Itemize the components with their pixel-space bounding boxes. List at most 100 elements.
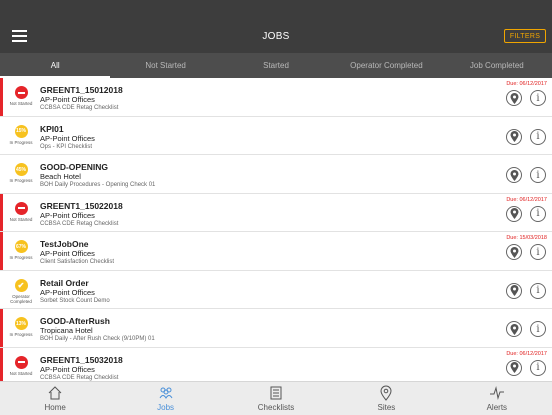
map-pin-icon[interactable] [506, 128, 522, 145]
job-row[interactable]: 45% In Progress GOOD-OPENING Beach Hotel BOH… [0, 155, 552, 194]
status-label: Not Started [9, 101, 33, 106]
status-label: In Progress [9, 255, 33, 260]
job-site: AP-Point Offices [40, 210, 95, 220]
info-icon[interactable]: i [530, 321, 546, 337]
job-status: ✔ Operator Completed [6, 278, 36, 304]
map-pin-icon[interactable] [506, 321, 522, 337]
job-details: GOOD-OPENING Beach Hotel BOH Daily Procedu… [40, 162, 155, 189]
job-site: Tropicana Hotel [40, 326, 93, 335]
info-icon[interactable]: i [530, 359, 546, 376]
nav-jobs[interactable]: Jobs [110, 382, 220, 415]
status-label-line: Completed [10, 298, 32, 304]
due-indicator-bar [0, 347, 3, 381]
due-date: Due: 06/12/2017 [506, 81, 547, 87]
job-checklist: Sorbet Stock Count Demo [40, 297, 110, 304]
job-status: 15% In Progress [6, 124, 36, 145]
home-icon [48, 386, 62, 400]
job-row[interactable]: 67% In Progress TestJobOne AP-Point Offices… [0, 232, 552, 271]
checklist-icon [270, 386, 282, 400]
job-details: GOOD-AfterRush Tropicana Hotel BOH Daily -… [40, 316, 155, 343]
job-row[interactable]: Not Started GREENT1_15022018 AP-Point Offi… [0, 193, 552, 232]
not-started-icon [14, 355, 28, 369]
job-row[interactable]: 15% In Progress KPI01 AP-Point Offices Ops -… [0, 116, 552, 155]
not-started-icon [14, 201, 28, 215]
info-icon[interactable]: i [530, 244, 546, 260]
info-icon[interactable]: i [530, 205, 546, 222]
due-indicator-bar [0, 116, 3, 154]
job-details: GREENT1_15022018 AP-Point Offices CCBSA CD… [40, 201, 123, 228]
status-label: Not Started [9, 370, 33, 376]
job-details: TestJobOne AP-Point Offices Client Satisfa… [40, 239, 114, 266]
nav-alerts[interactable]: Alerts [442, 382, 552, 415]
due-indicator-bar [0, 155, 3, 193]
job-site: AP-Point Offices [40, 364, 95, 374]
tab-all[interactable]: All [0, 53, 111, 78]
due-date: Due: 15/03/2018 [506, 235, 547, 241]
job-status: Not Started [6, 355, 36, 376]
info-icon[interactable]: i [530, 282, 546, 299]
nav-home[interactable]: Home [0, 382, 110, 415]
due-indicator-bar [0, 78, 3, 116]
job-checklist: CCBSA CDE Retag Checklist [40, 105, 119, 111]
filters-button[interactable]: FILTERS [504, 29, 546, 43]
checkmark-icon: ✔ [14, 278, 28, 292]
due-date: Due: 06/12/2017 [506, 196, 547, 203]
status-label: In Progress [9, 139, 33, 145]
due-indicator-bar [0, 270, 3, 308]
map-pin-icon[interactable] [506, 244, 522, 260]
tab-started[interactable]: Started [221, 53, 331, 78]
job-site: AP-Point Offices [40, 287, 95, 297]
nav-sites[interactable]: Sites [331, 382, 441, 415]
job-site: AP-Point Offices [40, 249, 95, 258]
job-checklist: BOH Daily - After Rush Check (9/10PM) 01 [40, 336, 155, 342]
status-label: In Progress [9, 178, 33, 183]
tab-not-started[interactable]: Not Started [110, 53, 220, 78]
job-status: 13% In Progress [6, 317, 36, 337]
app-header: JOBS FILTERS [0, 0, 552, 53]
due-indicator-bar [0, 193, 3, 231]
due-indicator-bar [0, 232, 3, 270]
map-pin-icon[interactable] [506, 90, 522, 106]
nav-checklists[interactable]: Checklists [221, 382, 331, 415]
job-name: GREENT1_15022018 [40, 200, 123, 211]
job-site: Beach Hotel [40, 172, 81, 181]
progress-badge: 67% [14, 240, 28, 253]
tab-job-completed[interactable]: Job Completed [442, 53, 552, 78]
not-started-icon [14, 86, 28, 99]
job-details: GREENT1_15012018 AP-Point Offices CCBSA CD… [40, 85, 123, 112]
map-pin-icon[interactable] [506, 167, 522, 183]
job-row[interactable]: Not Started GREENT1_15032018 AP-Point Offi… [0, 347, 552, 381]
job-row[interactable]: Not Started GREENT1_15012018 AP-Point Offi… [0, 78, 552, 117]
pulse-icon [489, 386, 504, 400]
job-row[interactable]: ✔ Operator Completed Retail Order AP-Point O… [0, 270, 552, 309]
info-icon[interactable]: i [530, 90, 546, 106]
job-status: 67% In Progress [6, 240, 36, 260]
status-label: Not Started [9, 216, 33, 222]
job-checklist: Ops - KPI Checklist [40, 143, 93, 150]
job-checklist: CCBSA CDE Retag Checklist [40, 220, 119, 227]
map-pin-icon[interactable] [506, 359, 522, 376]
status-label: In Progress [9, 332, 33, 337]
nav-sites-label: Sites [377, 403, 396, 412]
job-site: AP-Point Offices [40, 95, 95, 104]
job-checklist: Client Satisfaction Checklist [40, 259, 115, 265]
info-icon[interactable]: i [530, 128, 546, 145]
status-tabs: All Not Started Started Operator Complet… [0, 53, 552, 78]
location-pin-icon [380, 385, 392, 401]
progress-badge: 45% [14, 163, 28, 176]
job-row[interactable]: 13% In Progress GOOD-AfterRush Tropicana Ho… [0, 309, 552, 348]
job-checklist: BOH Daily Procedures - Opening Check 01 [40, 182, 156, 188]
job-name: GOOD-AfterRush [40, 316, 110, 326]
map-pin-icon[interactable] [506, 282, 522, 299]
job-details: Retail Order AP-Point Offices Sorbet Stock… [40, 278, 110, 305]
map-pin-icon[interactable] [506, 205, 522, 222]
job-status: 45% In Progress [6, 163, 36, 183]
nav-alerts-label: Alerts [486, 403, 508, 412]
info-icon[interactable]: i [530, 167, 546, 183]
job-name: GOOD-OPENING [40, 162, 109, 172]
job-status: Not Started [6, 201, 36, 222]
people-icon [159, 387, 173, 399]
tab-operator-completed[interactable]: Operator Completed [331, 53, 441, 78]
job-checklist: CCBSA CDE Retag Checklist [40, 374, 119, 381]
job-name: Retail Order [40, 277, 89, 288]
